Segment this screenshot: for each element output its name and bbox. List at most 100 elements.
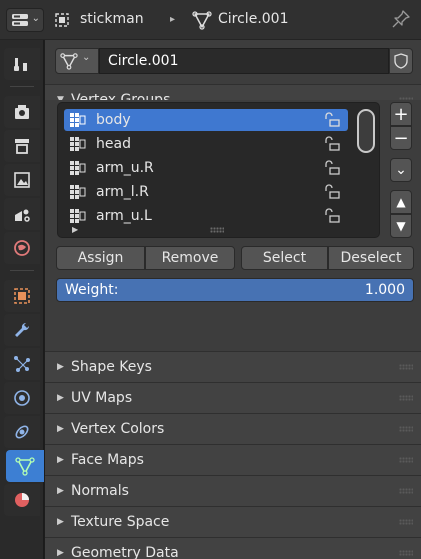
properties-content: ⌄ Circle.001 ▼ Vertex Groups: [45, 40, 421, 559]
vertex-group-icon: [70, 161, 86, 175]
vertex-group-name: arm_l.R: [96, 184, 149, 200]
collapsed-triangle-icon: ▶: [57, 455, 64, 465]
assign-button[interactable]: Assign: [56, 246, 145, 270]
vertex-group-list: body head arm_u.R arm_l.R arm_u.L ▶: [57, 102, 380, 238]
browse-mesh-button[interactable]: ⌄: [55, 48, 99, 74]
collapsed-triangle-icon: ▶: [57, 517, 64, 527]
collapsed-triangle-icon: ▶: [57, 393, 64, 403]
drag-grip-icon[interactable]: [399, 457, 413, 463]
breadcrumb-separator: ▸: [170, 14, 176, 25]
constraints-tab[interactable]: [4, 416, 40, 448]
tool-icon: [14, 57, 27, 71]
object-icon: [14, 288, 30, 304]
view-layer-tab[interactable]: [4, 164, 40, 196]
vertex-group-icon: [70, 113, 86, 127]
panel-title: Normals: [71, 483, 129, 499]
list-item[interactable]: arm_u.R: [64, 157, 348, 179]
world-icon: [14, 240, 30, 256]
vertex-colors-panel-header[interactable]: ▶ Vertex Colors: [45, 413, 421, 444]
mesh-data-icon: [60, 53, 78, 70]
panel-title: Shape Keys: [71, 359, 152, 375]
vertex-group-name: arm_u.L: [96, 208, 152, 224]
weight-slider[interactable]: Weight: 1.000: [56, 278, 414, 302]
tab-divider: [10, 270, 34, 271]
move-up-button[interactable]: ▲: [390, 190, 412, 214]
editor-header: ⌄ stickman ▸ Circle.001: [0, 0, 421, 40]
deselect-button[interactable]: Deselect: [328, 246, 414, 270]
fake-user-button[interactable]: [389, 48, 413, 74]
vertex-group-name: arm_u.R: [96, 160, 154, 176]
output-tab[interactable]: [4, 130, 40, 162]
output-icon: [15, 139, 29, 154]
pin-icon[interactable]: [391, 9, 411, 29]
list-item[interactable]: arm_u.L: [64, 205, 348, 227]
lock-open-icon[interactable]: [324, 184, 340, 200]
select-button[interactable]: Select: [241, 246, 328, 270]
texture-space-panel-header[interactable]: ▶ Texture Space: [45, 506, 421, 537]
list-item[interactable]: head: [64, 133, 348, 155]
remove-vertex-group-button[interactable]: −: [390, 126, 412, 150]
panel-title: UV Maps: [71, 390, 133, 406]
object-tab[interactable]: [4, 280, 40, 312]
properties-editor: ⌄ stickman ▸ Circle.001 ⌄ Circle.001 bod…: [0, 0, 421, 559]
tool-tab[interactable]: [4, 48, 40, 80]
filter-options-triangle-icon[interactable]: ▶: [72, 225, 78, 234]
lock-open-icon[interactable]: [324, 160, 340, 176]
lock-open-icon[interactable]: [324, 208, 340, 224]
add-vertex-group-button[interactable]: +: [390, 102, 412, 126]
render-tab[interactable]: [4, 96, 40, 128]
list-item[interactable]: arm_l.R: [64, 181, 348, 203]
editor-type-dropdown[interactable]: ⌄: [6, 8, 44, 32]
vertex-assign-buttons: Assign Remove Select Deselect: [56, 246, 414, 270]
remove-button[interactable]: Remove: [145, 246, 235, 270]
modifiers-tab[interactable]: [4, 314, 40, 346]
lock-open-icon[interactable]: [324, 112, 340, 128]
collapsed-triangle-icon: ▶: [57, 362, 64, 372]
vertex-group-icon: [70, 209, 86, 223]
drag-grip-icon[interactable]: [399, 519, 413, 525]
data-tab[interactable]: [6, 450, 44, 482]
material-tab[interactable]: [4, 484, 40, 516]
scene-icon: [15, 209, 30, 222]
physics-tab[interactable]: [4, 382, 40, 414]
shape-keys-panel-header[interactable]: ▶ Shape Keys: [45, 351, 421, 382]
panel-title: Vertex Colors: [71, 421, 165, 437]
wrench-icon: [15, 322, 30, 337]
drag-grip-icon[interactable]: [399, 364, 413, 370]
mesh-name-field[interactable]: Circle.001: [99, 48, 389, 74]
vertex-group-specials-button[interactable]: ⌄: [390, 158, 412, 182]
mesh-data-icon: [15, 457, 35, 476]
chevron-down-icon: ⌄: [31, 13, 40, 24]
constraints-icon: [15, 425, 29, 439]
move-down-button[interactable]: ▼: [390, 214, 412, 238]
world-tab[interactable]: [4, 232, 40, 264]
mesh-data-icon: [192, 11, 212, 30]
particles-icon: [14, 356, 30, 372]
scene-tab[interactable]: [4, 198, 40, 230]
tab-divider: [10, 86, 34, 87]
vertex-groups-body: body head arm_u.R arm_l.R arm_u.L ▶ + − …: [45, 100, 421, 362]
collapsed-panels: ▶ Shape Keys ▶ UV Maps ▶ Vertex Colors ▶…: [45, 351, 421, 559]
face-maps-panel-header[interactable]: ▶ Face Maps: [45, 444, 421, 475]
drag-grip-icon[interactable]: [399, 426, 413, 432]
breadcrumb-mesh: Circle.001: [218, 11, 289, 27]
list-resize-grip-icon[interactable]: [210, 227, 224, 233]
uv-maps-panel-header[interactable]: ▶ UV Maps: [45, 382, 421, 413]
drag-grip-icon[interactable]: [399, 395, 413, 401]
particles-tab[interactable]: [4, 348, 40, 380]
list-item[interactable]: body: [64, 109, 348, 131]
list-scrollbar[interactable]: [357, 109, 375, 153]
render-icon: [15, 105, 29, 119]
vertex-group-name: head: [96, 136, 131, 152]
geometry-data-panel-header[interactable]: ▶ Geometry Data: [45, 537, 421, 559]
panel-title: Face Maps: [71, 452, 144, 468]
drag-grip-icon[interactable]: [399, 550, 413, 556]
normals-panel-header[interactable]: ▶ Normals: [45, 475, 421, 506]
object-icon: [55, 13, 69, 27]
physics-icon: [14, 390, 30, 406]
vertex-group-icon: [70, 137, 86, 151]
view-layer-icon: [14, 172, 30, 188]
lock-open-icon[interactable]: [324, 136, 340, 152]
drag-grip-icon[interactable]: [399, 488, 413, 494]
weight-value: 1.000: [364, 282, 405, 298]
